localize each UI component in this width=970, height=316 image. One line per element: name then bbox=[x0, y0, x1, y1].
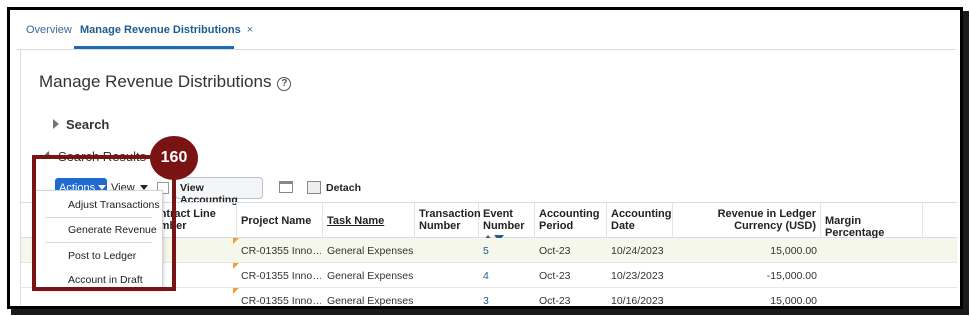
flag-icon bbox=[233, 238, 239, 244]
cell-accounting-period: Oct-23 bbox=[539, 295, 571, 307]
cell-event-number[interactable]: 5 bbox=[483, 245, 489, 257]
col-accounting-period[interactable]: Accounting Period bbox=[535, 203, 607, 239]
col-task-name[interactable]: Task Name bbox=[323, 203, 415, 239]
col-accounting-date[interactable]: Accounting Date bbox=[607, 203, 673, 239]
col-event-number[interactable]: Event Number bbox=[479, 203, 535, 241]
tab-manage-revenue-distributions[interactable]: Manage Revenue Distributions × bbox=[80, 24, 253, 36]
col-revenue-ledger-currency[interactable]: Revenue in Ledger Currency (USD) bbox=[673, 203, 821, 239]
tab-overview[interactable]: Overview bbox=[26, 24, 72, 36]
cell-revenue: 15,000.00 bbox=[770, 245, 817, 257]
annotation-step-badge: 160 bbox=[150, 136, 198, 180]
page-title-text: Manage Revenue Distributions bbox=[39, 72, 272, 91]
cell-revenue: 15,000.00 bbox=[770, 295, 817, 307]
frame-shadow bbox=[963, 11, 969, 313]
close-tab-icon[interactable]: × bbox=[247, 24, 253, 36]
cell-accounting-period: Oct-23 bbox=[539, 245, 571, 257]
tab-label: Manage Revenue Distributions bbox=[80, 24, 241, 36]
frame-shadow bbox=[11, 309, 969, 315]
flag-icon bbox=[233, 263, 239, 269]
col-project-name[interactable]: Project Name bbox=[237, 203, 323, 239]
annotation-highlight-box bbox=[32, 155, 176, 291]
cell-accounting-date: 10/16/2023 bbox=[611, 295, 664, 307]
detach-button[interactable]: Detach bbox=[326, 182, 361, 194]
flag-icon bbox=[233, 288, 239, 294]
cell-event-number[interactable]: 4 bbox=[483, 270, 489, 282]
expand-icon bbox=[53, 119, 59, 129]
cell-task-name: General Expenses bbox=[327, 270, 414, 282]
cell-task-name: General Expenses bbox=[327, 245, 414, 257]
cell-accounting-date: 10/24/2023 bbox=[611, 245, 664, 257]
cell-task-name: General Expenses bbox=[327, 295, 414, 307]
cell-revenue: -15,000.00 bbox=[766, 270, 817, 282]
tab-bar: Overview Manage Revenue Distributions × bbox=[16, 16, 956, 50]
cell-project-name: CR-01355 Inno… bbox=[241, 295, 321, 307]
detach-icon[interactable] bbox=[307, 181, 321, 194]
cell-project-name: CR-01355 Inno… bbox=[241, 270, 321, 282]
search-label: Search bbox=[66, 117, 110, 132]
active-tab-indicator bbox=[74, 46, 234, 49]
export-icon[interactable] bbox=[279, 181, 293, 193]
cell-accounting-date: 10/23/2023 bbox=[611, 270, 664, 282]
col-margin-percentage[interactable]: Margin Percentage bbox=[821, 203, 923, 239]
cell-event-number[interactable]: 3 bbox=[483, 295, 489, 306]
event-number-label: Event Number bbox=[483, 208, 525, 232]
cell-project-name: CR-01355 Inno… bbox=[241, 245, 321, 257]
search-section-toggle[interactable]: Search bbox=[53, 117, 109, 132]
view-accounting-button[interactable]: View Accounting bbox=[175, 177, 263, 206]
page-title: Manage Revenue Distributions? bbox=[39, 72, 292, 92]
col-transaction-number[interactable]: Transaction Number bbox=[415, 203, 481, 239]
help-icon[interactable]: ? bbox=[277, 77, 292, 91]
task-name-label: Task Name bbox=[327, 215, 385, 227]
cell-accounting-period: Oct-23 bbox=[539, 270, 571, 282]
